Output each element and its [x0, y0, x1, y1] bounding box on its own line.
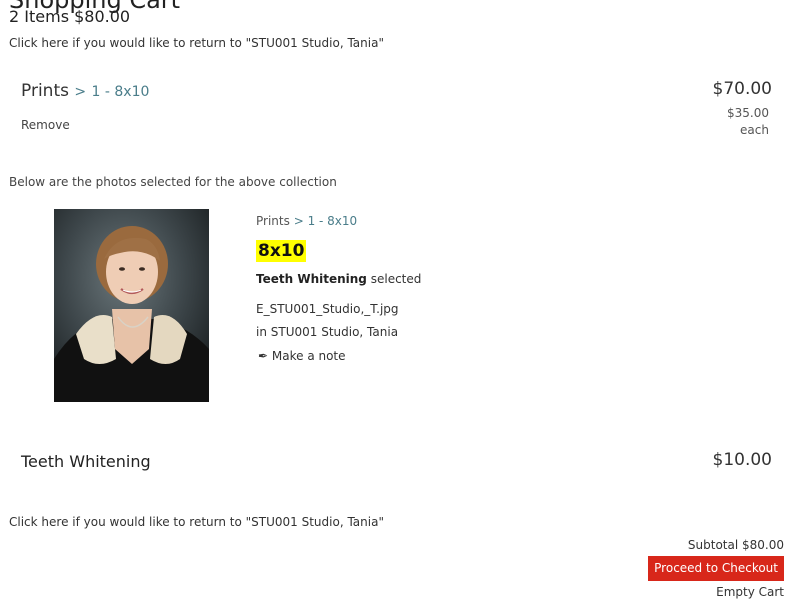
line-item-category-label: Prints	[21, 81, 69, 101]
photo-option-suffix: selected	[370, 272, 422, 286]
addon-price: $10.00	[712, 450, 772, 470]
make-a-note-label: Make a note	[271, 349, 346, 363]
photos-note: Below are the photos selected for the ab…	[9, 175, 337, 189]
make-a-note-link[interactable]: ✒ Make a note	[258, 349, 346, 363]
line-item-category: Prints > 1 - 8x10	[21, 81, 149, 101]
cart-items-summary: 2 Items $80.00	[9, 7, 131, 26]
photo-breadcrumb: Prints > 1 - 8x10	[256, 214, 357, 228]
remove-button[interactable]: Remove	[21, 118, 70, 132]
portrait-illustration	[54, 209, 209, 402]
photo-studio: in STU001 Studio, Tania	[256, 325, 399, 339]
photo-option: Teeth Whitening selected	[256, 272, 421, 286]
photo-crumb-separator: >	[293, 214, 304, 228]
addon-title: Teeth Whitening	[21, 452, 151, 471]
photo-option-name: Teeth Whitening	[256, 272, 367, 286]
line-item-price: $70.00	[712, 79, 772, 99]
subtotal: Subtotal $80.00	[687, 538, 784, 552]
photo-filename: E_STU001_Studio,_T.jpg	[256, 302, 399, 316]
line-item-package: 1 - 8x10	[91, 84, 150, 100]
photo-size-badge: 8x10	[256, 240, 307, 262]
portrait-photo[interactable]	[54, 209, 209, 402]
photo-package-label: 1 - 8x10	[307, 214, 358, 228]
return-to-studio-link[interactable]: Click here if you would like to return t…	[9, 36, 384, 50]
footer-return-to-studio-link[interactable]: Click here if you would like to return t…	[9, 515, 384, 529]
line-item-separator: >	[74, 84, 87, 100]
pen-nib-icon: ✒	[258, 349, 269, 363]
proceed-to-checkout-button[interactable]: Proceed to Checkout	[648, 556, 784, 581]
line-item-unit-label: each	[740, 123, 769, 137]
line-item-unit-price: $35.00	[727, 106, 769, 120]
empty-cart-button[interactable]: Empty Cart	[716, 585, 784, 599]
photo-category-label: Prints	[256, 214, 290, 228]
